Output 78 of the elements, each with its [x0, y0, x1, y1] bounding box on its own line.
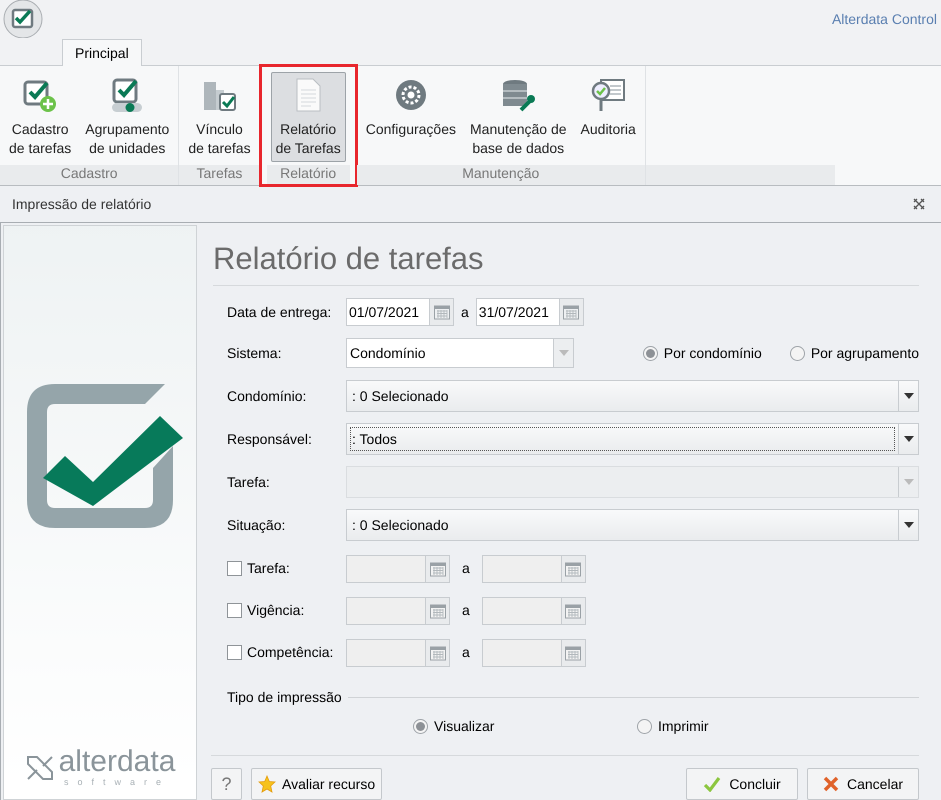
dropdown-arrow-icon[interactable] — [904, 436, 914, 442]
date-field[interactable]: 01/07/2021 — [346, 298, 454, 326]
help-button[interactable]: ? — [211, 768, 242, 800]
close-icon[interactable] — [913, 198, 925, 210]
radio-label: Por agrupamento — [810, 344, 919, 363]
date-field[interactable] — [482, 596, 586, 624]
field-label: Situação: — [227, 516, 286, 535]
range-separator: a — [461, 643, 471, 662]
date-field[interactable] — [346, 596, 450, 624]
checkbox[interactable] — [227, 603, 242, 618]
group-label: Manutenção — [356, 165, 645, 185]
field-label: Sistema: — [227, 344, 282, 362]
group-label: Cadastro — [0, 165, 178, 185]
ribbon-button[interactable]: Configurações — [360, 72, 461, 162]
field-label: Condomínio: — [227, 386, 308, 406]
checkbox-label: Tarefa: — [247, 559, 290, 578]
checkbox-label: Vigência: — [247, 601, 304, 620]
checkbox-label: Competência: — [247, 643, 334, 662]
calendar-icon[interactable] — [564, 602, 582, 620]
ribbon-button[interactable]: Vínculo de tarefas — [183, 72, 256, 162]
ribbon-button[interactable]: Auditoria — [576, 72, 641, 162]
close-icon — [822, 776, 839, 792]
date-field[interactable]: 31/07/2021 — [476, 298, 584, 326]
calendar-icon[interactable] — [432, 303, 450, 321]
rate-feature-button[interactable]: Avaliar recurso — [251, 768, 382, 800]
ribbon-button[interactable]: Manutenção de base de dados — [465, 72, 572, 162]
date-value: 01/07/2021 — [347, 299, 429, 325]
date-field[interactable] — [482, 554, 586, 582]
field-label: Data de entrega: — [227, 302, 332, 322]
range-separator: a — [461, 559, 471, 578]
radio-label: Por condomínio — [664, 344, 762, 362]
dropdown-field[interactable]: : 0 Selecionado — [346, 380, 919, 412]
logo-mark-icon — [24, 754, 55, 782]
radio-button[interactable] — [637, 719, 652, 734]
radio-button[interactable] — [642, 346, 658, 360]
star-icon — [258, 775, 276, 793]
ribbon-button[interactable]: Agrupamento de unidades — [80, 72, 174, 162]
dropdown-arrow-icon[interactable] — [904, 522, 914, 528]
ribbon-button[interactable]: Cadastro de tarefas — [4, 72, 76, 162]
calendar-icon[interactable] — [564, 644, 582, 662]
conclude-button[interactable]: Concluir — [686, 768, 798, 800]
radio-label: Imprimir — [658, 717, 709, 736]
calendar-icon[interactable] — [562, 303, 580, 321]
ribbon-button[interactable]: Relatório de Tarefas — [270, 72, 346, 162]
field-label: Responsável: — [227, 430, 313, 449]
cancel-button[interactable]: Cancelar — [807, 768, 919, 800]
range-separator: a — [461, 601, 471, 620]
dropdown-arrow-icon[interactable] — [904, 393, 914, 399]
app-menu-icon[interactable] — [3, 0, 43, 39]
checkbox[interactable] — [227, 561, 242, 576]
ribbon-tab[interactable]: Principal — [62, 39, 142, 66]
calendar-icon[interactable] — [428, 560, 446, 578]
range-separator: a — [460, 302, 470, 322]
radio-button[interactable] — [413, 719, 428, 734]
system-dropdown[interactable]: Condomínio — [346, 338, 574, 368]
magnifier-check-icon — [589, 76, 628, 114]
logo-name: alterdata — [58, 748, 176, 776]
calendar-icon[interactable] — [564, 560, 582, 578]
group-label: Relatório — [266, 165, 350, 185]
date-field[interactable] — [346, 554, 450, 582]
calendar-icon[interactable] — [428, 644, 446, 662]
section-label: Tipo de impressão — [227, 688, 342, 707]
date-value: 31/07/2021 — [476, 299, 559, 325]
radio-button[interactable] — [790, 346, 805, 360]
date-field[interactable] — [482, 638, 586, 666]
app-title: Alterdata Control — [832, 10, 937, 28]
calendar-icon[interactable] — [428, 602, 446, 620]
dropdown-field[interactable]: : 0 Selecionado — [346, 509, 919, 541]
logo-tagline: software — [64, 776, 170, 788]
radio-label: Visualizar — [434, 717, 494, 736]
dialog-title: Impressão de relatório — [12, 194, 152, 214]
dropdown-field[interactable]: : Todos — [346, 423, 919, 455]
check-icon — [703, 776, 722, 792]
checkbox[interactable] — [227, 645, 242, 660]
group-label: Tarefas — [179, 165, 260, 185]
date-field[interactable] — [346, 638, 450, 666]
field-label: Tarefa: — [227, 472, 271, 492]
dialog-heading: Relatório de tarefas — [213, 240, 485, 278]
